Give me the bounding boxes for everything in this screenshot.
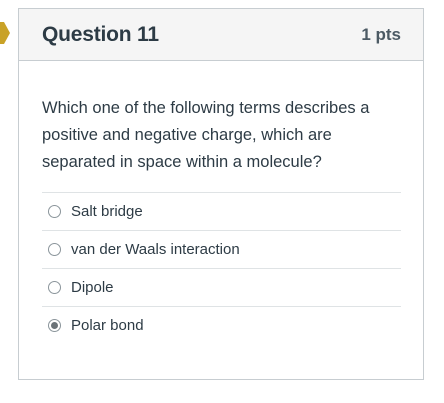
quiz-page: Question 11 1 pts Which one of the follo… (0, 0, 444, 403)
answer-option[interactable]: Salt bridge (42, 192, 401, 230)
question-header: Question 11 1 pts (19, 9, 423, 61)
question-card: Question 11 1 pts Which one of the follo… (18, 8, 424, 380)
question-text: Which one of the following terms describ… (42, 99, 370, 171)
question-points: 1 pts (361, 24, 401, 44)
radio-button[interactable] (48, 319, 61, 332)
answer-option[interactable]: Dipole (42, 268, 401, 306)
answer-list: Salt bridge van der Waals interaction Di… (42, 192, 401, 344)
question-title: Question 11 (42, 22, 159, 46)
answer-option[interactable]: Polar bond (42, 306, 401, 344)
answer-label[interactable]: Dipole (71, 279, 114, 296)
answer-label[interactable]: Salt bridge (71, 203, 143, 220)
radio-button[interactable] (48, 205, 61, 218)
question-body: Which one of the following terms describ… (19, 61, 423, 344)
answer-label[interactable]: Polar bond (71, 317, 144, 334)
answer-option[interactable]: van der Waals interaction (42, 230, 401, 268)
radio-button[interactable] (48, 281, 61, 294)
radio-button[interactable] (48, 243, 61, 256)
bookmark-arrow-icon (0, 22, 10, 44)
answer-label[interactable]: van der Waals interaction (71, 241, 240, 258)
